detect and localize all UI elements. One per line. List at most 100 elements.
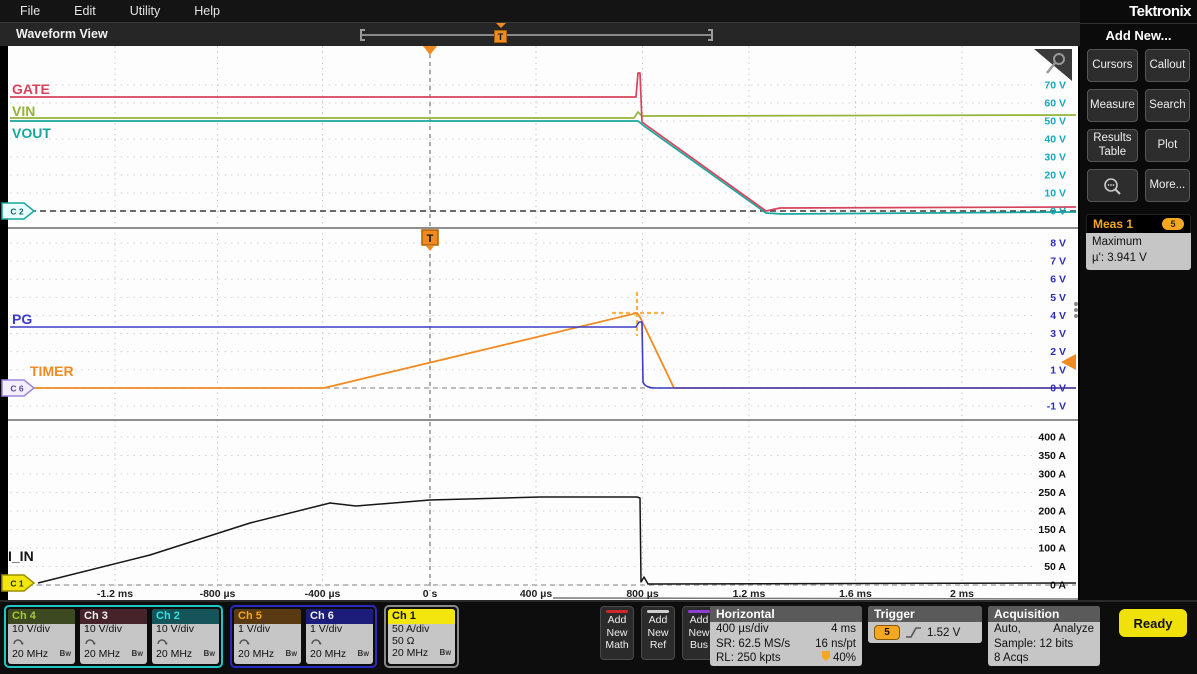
acquisition-title: Acquisition	[988, 606, 1100, 622]
svg-text:C 1: C 1	[10, 579, 24, 589]
add-new-math-button[interactable]: Add New Math	[600, 606, 634, 660]
channel-scale: 10 V/div	[12, 624, 71, 636]
channel-settings: 10 V/div20 MHzBW	[8, 624, 75, 664]
time-tick-label: -400 µs	[305, 588, 341, 600]
axis-tick-label: 60 V	[1044, 98, 1066, 110]
bw-limit-icon: BW	[132, 648, 143, 662]
channel-name: Ch 5	[234, 609, 301, 624]
time-tick-label: 1.6 ms	[839, 588, 872, 600]
axis-tick-label: 20 V	[1044, 170, 1066, 182]
meas1-type: Maximum	[1092, 235, 1185, 251]
channel-settings: 50 A/div50 Ω20 MHzBW	[388, 624, 455, 663]
menu-bar: File Edit Utility Help	[0, 0, 1197, 22]
axis-tick-label: -1 V	[1047, 400, 1066, 412]
ready-status-badge: Ready	[1119, 609, 1187, 637]
axis-tick-label: 6 V	[1050, 274, 1066, 286]
time-tick-label: -1.2 ms	[97, 588, 133, 600]
menu-file[interactable]: File	[20, 4, 40, 18]
axis-tick-label: 30 V	[1044, 152, 1066, 164]
axis-tick-label: 4 V	[1050, 310, 1066, 322]
add-new-measure-button[interactable]: Measure	[1087, 89, 1138, 122]
bandwidth-value: 20 MHz	[238, 649, 274, 661]
button-color-stripe	[647, 610, 669, 613]
axis-tick-label: 200 A	[1038, 506, 1066, 518]
channel-group: Ch 51 V/div20 MHzBWCh 61 V/div20 MHzBW	[230, 605, 377, 668]
add-new-cursors-button[interactable]: Cursors	[1087, 49, 1138, 82]
button-label: Add New Math	[605, 614, 628, 652]
meas1-source-pill: 5	[1162, 218, 1184, 230]
channel-scale: 50 A/div	[392, 624, 451, 636]
axis-tick-label: 350 A	[1038, 450, 1066, 462]
add-new-ref-button[interactable]: Add New Ref	[641, 606, 675, 660]
axis-tick-label: 2 V	[1050, 346, 1066, 358]
minimap-trigger-marker[interactable]: T	[494, 30, 507, 43]
add-new-results-table-button[interactable]: Results Table	[1087, 129, 1138, 162]
horizontal-position-minimap[interactable]: T	[360, 29, 713, 41]
channel-name: Ch 4	[8, 609, 75, 624]
channel-badges: Ch 410 V/div20 MHzBWCh 310 V/div20 MHzBW…	[4, 605, 459, 668]
svg-text:C 6: C 6	[10, 384, 24, 394]
axis-tick-label: 7 V	[1050, 256, 1066, 268]
axis-tick-label: 150 A	[1038, 524, 1066, 536]
svg-text:T: T	[427, 233, 434, 245]
channel-settings: 1 V/div20 MHzBW	[306, 624, 373, 664]
minimap-right-bracket	[708, 29, 713, 41]
channel-badge-ch-6[interactable]: Ch 61 V/div20 MHzBW	[306, 609, 373, 664]
time-tick-label: -800 µs	[200, 588, 236, 600]
channel-settings: 10 V/div20 MHzBW	[152, 624, 219, 664]
bottom-settings-bar: Ch 410 V/div20 MHzBWCh 310 V/div20 MHzBW…	[0, 600, 1197, 674]
trigger-panel[interactable]: Trigger 5 1.52 V	[868, 606, 982, 643]
channel-badge-ch-4[interactable]: Ch 410 V/div20 MHzBW	[8, 609, 75, 664]
menu-utility[interactable]: Utility	[130, 4, 161, 18]
axis-tick-label: 250 A	[1038, 487, 1066, 499]
probe-comp-icon	[12, 636, 71, 649]
channel-badge-ch-1[interactable]: Ch 150 A/div50 Ω20 MHzBW	[388, 609, 455, 664]
channel-badge-ch-2[interactable]: Ch 210 V/div20 MHzBW	[152, 609, 219, 664]
add-new-search-button[interactable]: Search	[1145, 89, 1190, 122]
axis-tick-label: 100 A	[1038, 543, 1066, 555]
channel-bandwidth: 20 MHzBW	[392, 647, 451, 661]
rising-edge-icon	[905, 626, 922, 639]
axis-tick-label: 5 V	[1050, 292, 1066, 304]
menu-help[interactable]: Help	[194, 4, 220, 18]
axis-tick-label: 70 V	[1044, 80, 1066, 92]
acquisition-panel[interactable]: Acquisition Auto, Analyze Sample: 12 bit…	[988, 606, 1100, 666]
axis-tick-label: 50 V	[1044, 116, 1066, 128]
channel-group: Ch 150 A/div50 Ω20 MHzBW	[384, 605, 459, 668]
channel-badge-ch-5[interactable]: Ch 51 V/div20 MHzBW	[234, 609, 301, 664]
bandwidth-value: 20 MHz	[84, 649, 120, 661]
horizontal-position-icon	[822, 651, 830, 661]
channel-impedance: 50 Ω	[392, 636, 451, 648]
menu-edit[interactable]: Edit	[74, 4, 96, 18]
channel-name: Ch 6	[306, 609, 373, 624]
meas1-badge[interactable]: Meas 1 5 Maximum µ': 3.941 V	[1086, 214, 1191, 270]
trace-label-gate: GATE	[12, 81, 50, 97]
zoom-overlay-icon[interactable]	[1087, 169, 1138, 202]
panel-grip-handle[interactable]	[1074, 302, 1078, 306]
button-label: Add New Ref	[647, 614, 668, 652]
channel-scale: 10 V/div	[84, 624, 143, 636]
meas1-body: Maximum µ': 3.941 V	[1086, 233, 1191, 270]
horizontal-panel[interactable]: Horizontal 400 µs/div 4 ms SR: 62.5 MS/s…	[710, 606, 862, 666]
channel-bandwidth: 20 MHzBW	[156, 648, 215, 662]
channel-scale: 1 V/div	[310, 624, 369, 636]
time-tick-label: 0 s	[423, 588, 438, 600]
horizontal-title: Horizontal	[710, 606, 862, 622]
channel-badge-ch-3[interactable]: Ch 310 V/div 20 MHz BW	[80, 609, 147, 664]
acquisition-mode: Auto,	[994, 622, 1021, 637]
time-tick-label: 400 µs	[520, 588, 552, 600]
time-tick-label: 800 µs	[626, 588, 658, 600]
channel-name: Ch 1	[388, 609, 455, 624]
axis-tick-label: 0 V	[1050, 206, 1066, 218]
add-new-callout-button[interactable]: Callout	[1145, 49, 1190, 82]
meas1-value: µ': 3.941 V	[1092, 251, 1185, 267]
bw-limit-icon: BW	[204, 648, 215, 662]
axis-tick-label: 0 A	[1050, 580, 1066, 592]
horizontal-record-length: RL: 250 kpts	[716, 651, 781, 666]
right-sidebar: Tektronix Add New... CursorsCalloutMeasu…	[1080, 0, 1197, 601]
button-color-stripe	[606, 610, 628, 613]
channel-name: Ch 3	[80, 609, 147, 624]
add-new-plot-button[interactable]: Plot	[1145, 129, 1190, 162]
add-new-more-button[interactable]: More...	[1145, 169, 1190, 202]
axis-tick-label: 1 V	[1050, 364, 1066, 376]
